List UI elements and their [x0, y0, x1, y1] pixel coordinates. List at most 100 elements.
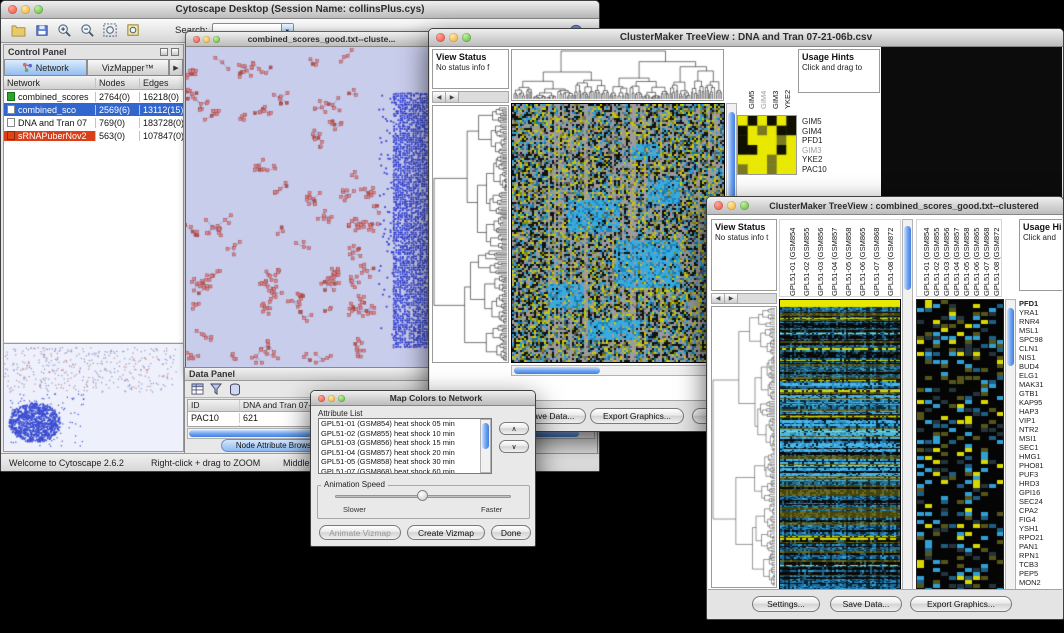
attribute-item[interactable]: GPL51-01 (GSM854) heat shock 05 min — [319, 419, 480, 429]
zoom-out-button[interactable] — [78, 21, 97, 40]
export-graphics-button[interactable]: Export Graphics... — [910, 596, 1012, 612]
zoom-button[interactable] — [338, 395, 345, 402]
network-view-title: combined_scores_good.txt--cluste... — [222, 32, 421, 46]
minimize-button[interactable] — [727, 201, 736, 210]
main-titlebar[interactable]: Cytoscape Desktop (Session Name: collins… — [1, 1, 599, 19]
open-session-button[interactable] — [9, 21, 28, 40]
network-type-icon — [7, 118, 15, 127]
attribute-item[interactable]: GPL51-02 (GSM855) heat shock 10 min — [319, 429, 480, 439]
done-button[interactable]: Done — [491, 525, 531, 540]
network-row[interactable]: combined_scores2764(0)16218(0) — [4, 90, 183, 103]
network-row[interactable]: combined_sco2569(6)13112(15) — [4, 103, 183, 116]
scroll-right-icon[interactable]: ▶ — [446, 92, 459, 102]
minimize-button[interactable] — [449, 33, 458, 42]
minimize-button[interactable] — [328, 395, 335, 402]
animate-vizmap-button[interactable]: Animate Vizmap — [319, 525, 401, 540]
attribute-item[interactable]: GPL51-04 (GSM857) heat shock 20 min — [319, 448, 480, 458]
network-name: DNA and Tran 07 — [18, 118, 87, 128]
zoom-button[interactable] — [740, 201, 749, 210]
close-button[interactable] — [436, 33, 445, 42]
scrollbar-thumb[interactable] — [904, 226, 911, 290]
col-header-nodes[interactable]: Nodes — [96, 78, 140, 88]
col-header-network[interactable]: Network — [4, 78, 96, 88]
column-label: GPL51-03 (GSM856 — [942, 228, 951, 296]
scrollbar-thumb[interactable] — [728, 112, 735, 207]
heatmap-canvas[interactable] — [512, 104, 724, 362]
scrollbar-track[interactable] — [459, 92, 508, 102]
slider-thumb[interactable] — [417, 490, 428, 501]
import-attributes-button[interactable] — [227, 382, 243, 397]
gene-label: SEC1 — [1019, 443, 1062, 452]
column-label: GPL51-06 (GSM865 — [972, 228, 981, 296]
data-panel-title: Data Panel — [189, 369, 235, 379]
attribute-item[interactable]: GPL51-03 (GSM856) heat shock 15 min — [319, 438, 480, 448]
col-header-id[interactable]: ID — [188, 400, 240, 411]
row-dendrogram-canvas[interactable] — [712, 307, 776, 587]
attribute-item[interactable]: GPL51-07 (GSM868) heat shock 60 min — [319, 467, 480, 474]
scroll-right-icon[interactable]: ▶ — [725, 294, 738, 303]
treeview-dna-titlebar[interactable]: ClusterMaker TreeView : DNA and Tran 07-… — [429, 29, 1063, 47]
minimize-button[interactable] — [21, 5, 30, 14]
select-attributes-button[interactable] — [189, 382, 205, 397]
network-nodes: 2569(6) — [96, 105, 140, 115]
tab-vizmapper[interactable]: VizMapper™ — [87, 59, 170, 75]
network-type-icon — [7, 105, 15, 114]
dialog-title: Map Colors to Network — [347, 391, 525, 405]
scroll-left-icon[interactable]: ◀ — [433, 92, 446, 102]
close-button[interactable] — [193, 36, 200, 43]
birdseye-canvas[interactable] — [4, 344, 183, 450]
slower-label: Slower — [343, 505, 366, 514]
gene-label: FIG4 — [1019, 515, 1062, 524]
network-row[interactable]: DNA and Tran 07769(0)183728(0) — [4, 116, 183, 129]
minimize-button[interactable] — [203, 36, 210, 43]
correlation-matrix-canvas[interactable] — [738, 116, 796, 174]
scrollbar-track[interactable] — [738, 294, 776, 303]
network-canvas[interactable] — [186, 47, 431, 372]
tab-network[interactable]: Network — [4, 59, 87, 75]
secondary-vscrollbar[interactable] — [1005, 299, 1016, 593]
save-session-button[interactable] — [32, 21, 51, 40]
attribute-item[interactable]: GPL51-05 (GSM858) heat shock 30 min — [319, 457, 480, 467]
save-data-button[interactable]: Save Data... — [830, 596, 902, 612]
zoom-button[interactable] — [213, 36, 220, 43]
float-panel-icon[interactable] — [160, 48, 168, 56]
heatmap-vscrollbar[interactable] — [902, 219, 913, 593]
zoom-in-button[interactable] — [55, 21, 74, 40]
export-graphics-button[interactable]: Export Graphics... — [590, 408, 684, 424]
zoom-button[interactable] — [34, 5, 43, 14]
network-row[interactable]: sRNAPuberNov2563(0)107847(0) — [4, 129, 183, 142]
move-up-button[interactable]: ∧ — [499, 422, 529, 435]
move-down-button[interactable]: ∨ — [499, 440, 529, 453]
heatmap-canvas[interactable] — [780, 300, 900, 592]
filter-button[interactable] — [208, 382, 224, 397]
tab-overflow-arrow-icon[interactable]: ▶ — [169, 59, 183, 75]
attribute-list-scrollbar[interactable] — [480, 419, 491, 473]
attribute-list: GPL51-01 (GSM854) heat shock 05 minGPL51… — [319, 419, 480, 473]
scrollbar-thumb[interactable] — [514, 367, 600, 374]
scrollbar-thumb[interactable] — [482, 423, 489, 449]
scrollbar-thumb[interactable] — [1007, 308, 1014, 366]
scroll-left-icon[interactable]: ◀ — [712, 294, 725, 303]
close-panel-icon[interactable] — [171, 48, 179, 56]
close-button[interactable] — [318, 395, 325, 402]
col-header-edges[interactable]: Edges — [140, 78, 183, 88]
gene-label: YRA1 — [1019, 308, 1062, 317]
network-view-titlebar[interactable]: combined_scores_good.txt--cluste... — [186, 32, 431, 47]
birdseye-view[interactable] — [4, 343, 183, 451]
settings-button[interactable]: Settings... — [752, 596, 820, 612]
zoom-fit-button[interactable] — [101, 21, 120, 40]
create-vizmap-button[interactable]: Create Vizmap — [407, 525, 485, 540]
close-button[interactable] — [8, 5, 17, 14]
zoom-selected-button[interactable] — [124, 21, 143, 40]
treeview-combined-titlebar[interactable]: ClusterMaker TreeView : combined_scores_… — [707, 197, 1063, 215]
close-button[interactable] — [714, 201, 723, 210]
heatmap-hscrollbar[interactable] — [511, 365, 725, 376]
zoom-button[interactable] — [462, 33, 471, 42]
gene-label: HMG1 — [1019, 452, 1062, 461]
row-dendrogram-canvas[interactable] — [433, 106, 508, 362]
dialog-titlebar[interactable]: Map Colors to Network — [311, 391, 535, 406]
database-icon — [229, 383, 241, 396]
column-dendrogram-canvas[interactable] — [512, 50, 723, 100]
column-label: GPL51-02 (GSM855 — [802, 228, 811, 296]
secondary-heatmap-canvas[interactable] — [917, 300, 1003, 592]
